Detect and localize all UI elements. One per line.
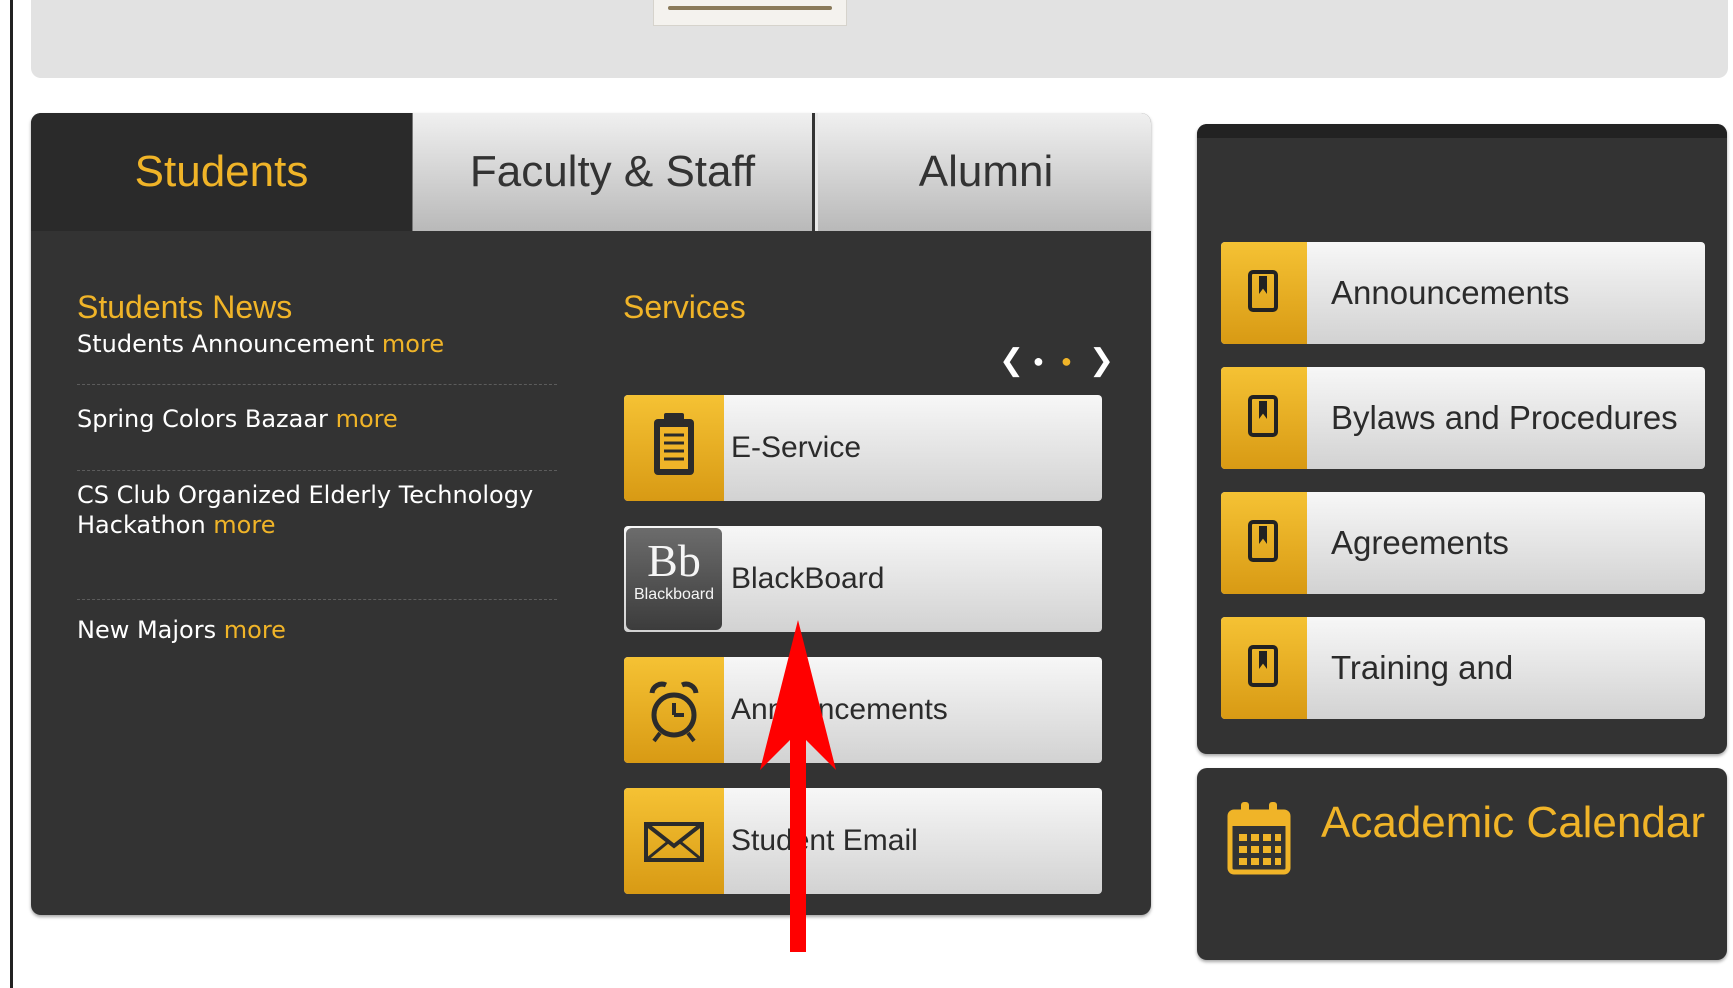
news-divider	[77, 470, 557, 471]
tab-alumni[interactable]: Alumni	[815, 113, 1151, 231]
link-agreements[interactable]: Agreements	[1221, 492, 1705, 594]
left-border-line	[10, 0, 13, 988]
annotation-arrow	[760, 620, 836, 952]
chevron-right-icon[interactable]: ❯	[1089, 343, 1114, 378]
news-more-link[interactable]: more	[382, 330, 444, 358]
link-label: Announcements	[1331, 274, 1570, 311]
blackboard-logo: Bb Blackboard	[626, 528, 722, 630]
services-carousel-nav: ❮ ● ● ❯	[999, 343, 1114, 383]
link-announcements[interactable]: Announcements	[1221, 242, 1705, 344]
news-item: New Majors more	[77, 615, 557, 645]
services-heading: Services	[623, 289, 746, 325]
alarm-clock-icon	[624, 657, 724, 763]
tab-faculty-staff[interactable]: Faculty & Staff	[412, 113, 812, 231]
news-divider	[77, 384, 557, 385]
news-item-text: Spring Colors Bazaar	[77, 405, 328, 433]
audience-tabs: Students Faculty & Staff Alumni	[31, 113, 1151, 231]
blackboard-logo-text: Blackboard	[633, 586, 715, 603]
news-item: Students Announcement more	[77, 329, 557, 359]
service-e-service-button[interactable]: E-Service	[624, 395, 1102, 501]
service-student-email-button[interactable]: Student Email	[624, 788, 1102, 894]
tab-students[interactable]: Students	[31, 113, 412, 231]
service-blackboard-button[interactable]: Bb Blackboard BlackBoard	[624, 526, 1102, 632]
students-news-heading: Students News	[77, 289, 293, 325]
news-item-text: Students Announcement	[77, 330, 375, 358]
quick-links-panel: Announcements Bylaws and Procedures Agre…	[1197, 124, 1727, 754]
link-training-development[interactable]: Training and Development	[1221, 617, 1705, 719]
book-icon	[1221, 492, 1307, 594]
book-icon	[1221, 617, 1307, 719]
news-item-text: CS Club Organized Elderly Technology Hac…	[77, 481, 534, 539]
service-label: BlackBoard	[731, 562, 885, 595]
news-divider	[77, 599, 557, 600]
link-bylaws-procedures[interactable]: Bylaws and Procedures	[1221, 367, 1705, 469]
news-item: Spring Colors Bazaar more	[77, 404, 557, 434]
news-more-link[interactable]: more	[224, 616, 286, 644]
service-announcements-button[interactable]: Announcements	[624, 657, 1102, 763]
header-logo-fragment	[653, 0, 847, 26]
link-label: Training and Development	[1331, 649, 1514, 686]
academic-calendar-panel[interactable]: Academic Calendar	[1197, 768, 1727, 960]
carousel-dot[interactable]: ●	[1033, 351, 1044, 372]
news-item: CS Club Organized Elderly Technology Hac…	[77, 480, 557, 540]
panel-top-strip	[1197, 124, 1727, 138]
calendar-icon	[1227, 802, 1291, 875]
link-label: Agreements	[1331, 524, 1509, 561]
news-more-link[interactable]: more	[336, 405, 398, 433]
book-icon	[1221, 367, 1307, 469]
link-label: Bylaws and Procedures	[1331, 399, 1678, 436]
academic-calendar-title[interactable]: Academic Calendar	[1321, 798, 1705, 848]
audience-tab-panel: Students Faculty & Staff Alumni Students…	[31, 113, 1151, 915]
carousel-dot-active[interactable]: ●	[1061, 351, 1072, 372]
service-label: E-Service	[731, 431, 862, 464]
clipboard-icon	[624, 395, 724, 501]
blackboard-logo-mark: Bb	[647, 535, 701, 586]
news-more-link[interactable]: more	[213, 511, 275, 539]
book-icon	[1221, 242, 1307, 344]
envelope-icon	[624, 788, 724, 894]
news-item-text: New Majors	[77, 616, 217, 644]
top-header-bar	[31, 0, 1728, 78]
chevron-left-icon[interactable]: ❮	[999, 343, 1024, 378]
